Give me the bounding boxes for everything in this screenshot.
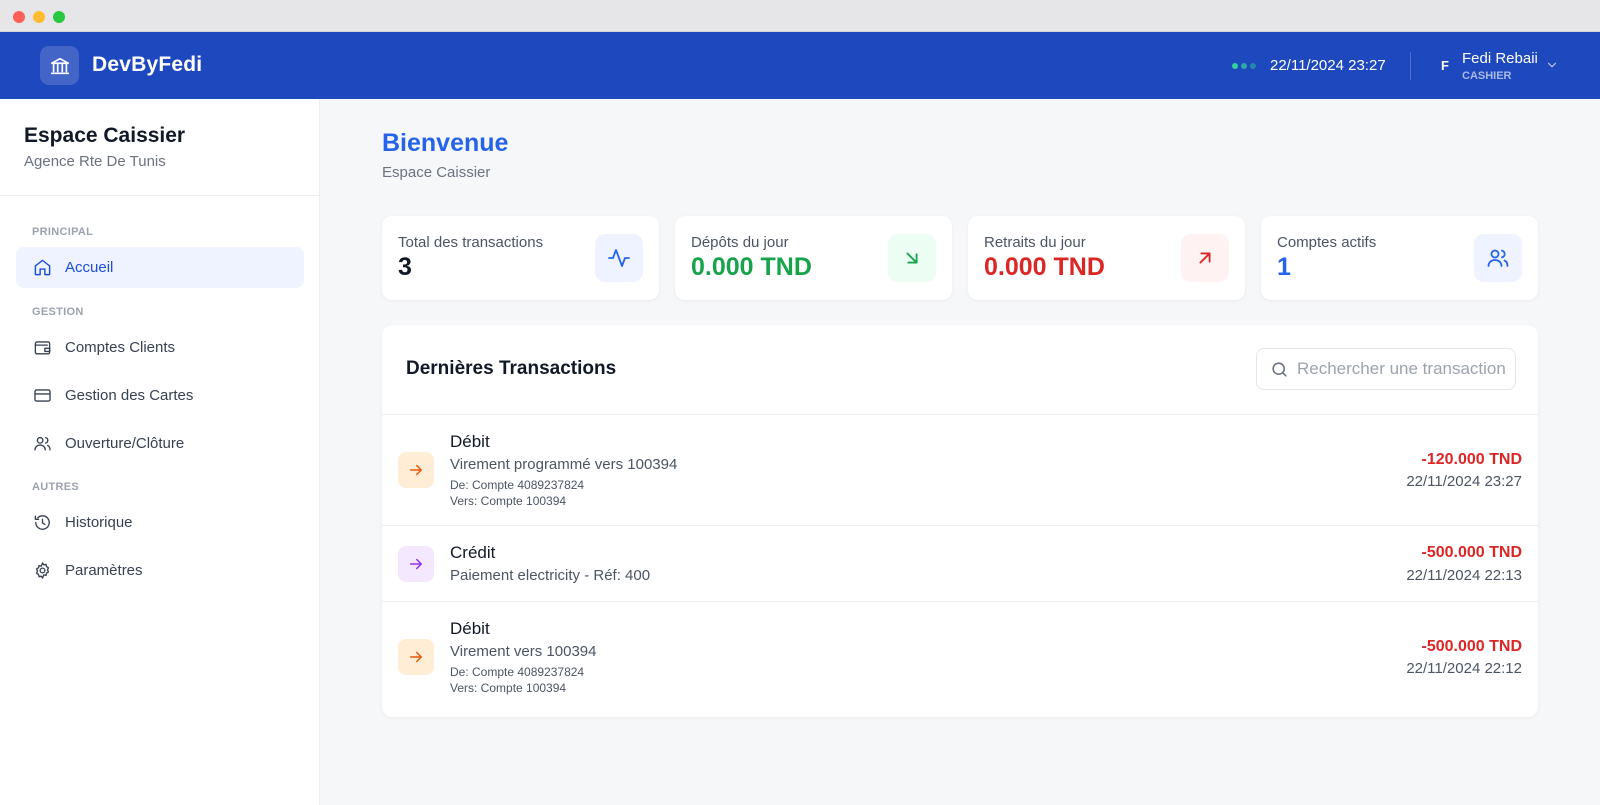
transaction-date: 22/11/2024 23:27 [1406, 473, 1522, 490]
section-label-autres: AUTRES [32, 481, 80, 493]
transaction-amount: -500.000 TND [1421, 544, 1523, 561]
transaction-description: Paiement electricity - Réf: 400 [450, 567, 651, 584]
sidebar-subtitle: Agence Rte De Tunis [24, 153, 166, 170]
sidebar-item-label: Accueil [65, 259, 114, 276]
sidebar-item-label: Gestion des Cartes [65, 387, 194, 404]
stat-label: Retraits du jour [984, 234, 1086, 251]
sidebar-item-label: Paramètres [65, 562, 143, 579]
transaction-to: Vers: Compte 100394 [450, 494, 567, 508]
maximize-window-button[interactable] [53, 11, 65, 23]
bank-logo-icon[interactable] [40, 46, 79, 85]
arrow-right-icon [398, 546, 434, 582]
sidebar-item-label: Comptes Clients [65, 339, 176, 356]
transaction-amount: -500.000 TND [1421, 638, 1523, 655]
transaction-description: Virement vers 100394 [450, 643, 597, 660]
connection-status-indicator [1232, 63, 1256, 69]
page-subtitle: Espace Caissier [382, 164, 491, 181]
stat-value: 3 [398, 253, 412, 281]
transaction-type: Débit [450, 432, 490, 451]
transaction-row[interactable]: Débit Virement vers 100394 De: Compte 40… [382, 602, 1538, 713]
transaction-row[interactable]: Crédit Paiement electricity - Réf: 400 -… [382, 526, 1538, 602]
home-icon [32, 258, 52, 278]
arrow-right-icon [398, 452, 434, 488]
chevron-down-icon[interactable] [1545, 58, 1559, 77]
transaction-type: Crédit [450, 543, 496, 562]
stat-value: 0.000 TND [984, 253, 1105, 281]
settings-icon [32, 561, 52, 581]
search-icon [1269, 359, 1289, 379]
arrow-up-right-icon [1181, 234, 1229, 282]
sidebar-item-historique[interactable]: Historique [16, 502, 304, 543]
stat-card-retraits-jour: Retraits du jour 0.000 TND [968, 216, 1245, 300]
history-icon [32, 513, 52, 533]
stat-label: Total des transactions [398, 234, 544, 251]
sidebar-header: Espace Caissier Agence Rte De Tunis [0, 99, 320, 196]
sidebar-item-label: Ouverture/Clôture [65, 435, 185, 452]
close-window-button[interactable] [13, 11, 25, 23]
transaction-from: De: Compte 4089237824 [450, 665, 585, 679]
stat-label: Comptes actifs [1277, 234, 1377, 251]
arrow-right-icon [398, 639, 434, 675]
transaction-type: Débit [450, 619, 490, 638]
page-title: Bienvenue [382, 129, 509, 157]
window-titlebar [0, 0, 1600, 32]
sidebar: Espace Caissier Agence Rte De Tunis PRIN… [0, 99, 320, 805]
brand-name[interactable]: DevByFedi [92, 53, 202, 77]
stat-card-total-transactions: Total des transactions 3 [382, 216, 659, 300]
sidebar-item-parametres[interactable]: Paramètres [16, 550, 304, 591]
sidebar-title: Espace Caissier [24, 124, 186, 147]
transaction-date: 22/11/2024 22:12 [1406, 660, 1522, 677]
section-label-principal: PRINCIPAL [32, 226, 94, 238]
header-divider [1410, 52, 1411, 80]
wallet-icon [32, 338, 52, 358]
top-header: DevByFedi 22/11/2024 23:27 F Fedi Rebaii… [0, 32, 1600, 99]
main-content: Bienvenue Espace Caissier Total des tran… [320, 99, 1600, 805]
stat-value: 1 [1277, 253, 1291, 281]
transaction-from: De: Compte 4089237824 [450, 478, 585, 492]
stat-card-comptes-actifs: Comptes actifs 1 [1261, 216, 1538, 300]
stat-card-depots-jour: Dépôts du jour 0.000 TND [675, 216, 952, 300]
search-input[interactable] [1297, 359, 1507, 379]
sidebar-item-gestion-cartes[interactable]: Gestion des Cartes [16, 375, 304, 416]
sidebar-item-comptes-clients[interactable]: Comptes Clients [16, 327, 304, 368]
arrow-down-right-icon [888, 234, 936, 282]
transactions-panel: Dernières Transactions Débit Virement pr… [382, 325, 1538, 717]
transaction-row[interactable]: Débit Virement programmé vers 100394 De:… [382, 415, 1538, 526]
transaction-date: 22/11/2024 22:13 [1406, 567, 1522, 584]
transaction-search-box[interactable] [1256, 348, 1516, 390]
transaction-to: Vers: Compte 100394 [450, 681, 567, 695]
stat-label: Dépôts du jour [691, 234, 789, 251]
transaction-amount: -120.000 TND [1421, 451, 1523, 468]
activity-icon [595, 234, 643, 282]
minimize-window-button[interactable] [33, 11, 45, 23]
user-name[interactable]: Fedi Rebaii [1462, 50, 1538, 67]
transaction-description: Virement programmé vers 100394 [450, 456, 678, 473]
transactions-title: Dernières Transactions [406, 358, 617, 379]
current-datetime: 22/11/2024 23:27 [1270, 57, 1386, 74]
user-role: CASHIER [1462, 70, 1512, 82]
sidebar-item-label: Historique [65, 514, 133, 531]
user-avatar-initial[interactable]: F [1441, 58, 1449, 73]
app-window: DevByFedi 22/11/2024 23:27 F Fedi Rebaii… [0, 0, 1600, 805]
sidebar-item-accueil[interactable]: Accueil [16, 247, 304, 288]
stat-value: 0.000 TND [691, 253, 812, 281]
users-icon [1474, 234, 1522, 282]
credit-card-icon [32, 386, 52, 406]
sidebar-item-ouverture-cloture[interactable]: Ouverture/Clôture [16, 423, 304, 464]
users-icon [32, 434, 52, 454]
transactions-panel-header: Dernières Transactions [382, 325, 1538, 415]
section-label-gestion: GESTION [32, 306, 84, 318]
